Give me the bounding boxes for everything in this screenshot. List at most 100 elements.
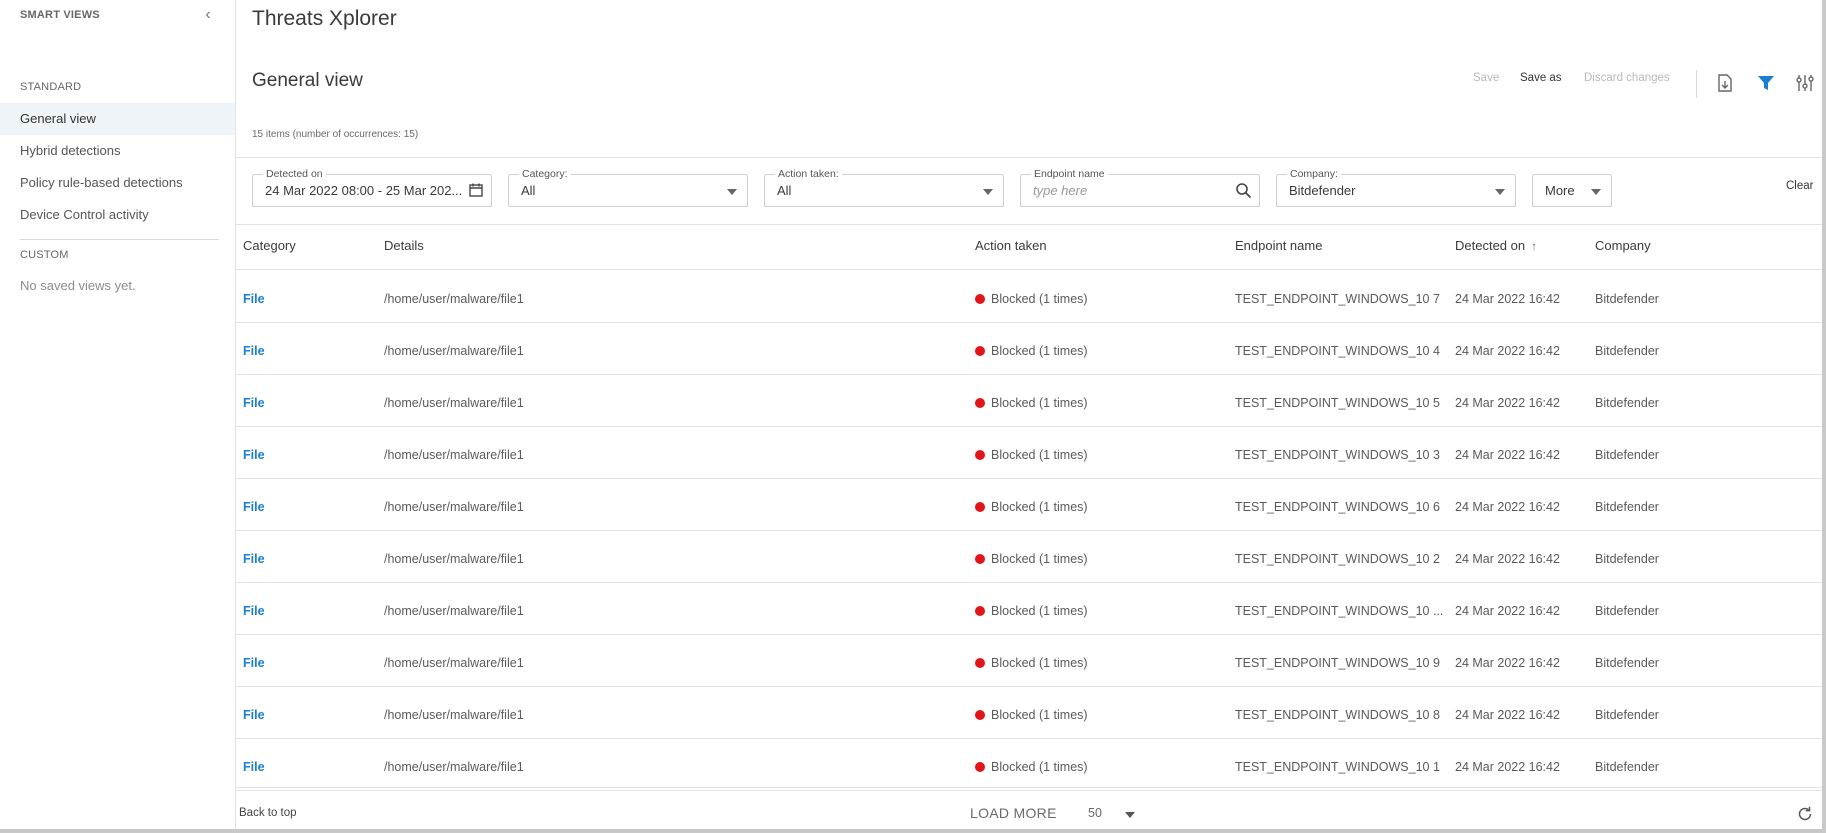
- detected-on-cell: 24 Mar 2022 16:42: [1455, 344, 1560, 358]
- detected-on-filter[interactable]: Detected on 24 Mar 2022 08:00 - 25 Mar 2…: [252, 167, 492, 207]
- vertical-scrollbar[interactable]: [1822, 0, 1826, 833]
- back-to-top-link[interactable]: Back to top: [239, 807, 297, 819]
- company-cell: Bitdefender: [1595, 448, 1659, 462]
- action-taken-text: Blocked (1 times): [991, 448, 1088, 462]
- endpoint-name-input[interactable]: type here: [1033, 183, 1087, 198]
- column-settings-icon[interactable]: [1794, 72, 1816, 94]
- category-filter-value: All: [521, 183, 536, 198]
- endpoint-cell: TEST_ENDPOINT_WINDOWS_10 5: [1235, 396, 1440, 410]
- company-filter[interactable]: Company: Bitdefender: [1276, 167, 1516, 207]
- endpoint-cell: TEST_ENDPOINT_WINDOWS_10 7: [1235, 292, 1440, 306]
- category-link[interactable]: File: [243, 396, 265, 410]
- status-dot-icon: [975, 710, 985, 720]
- category-link[interactable]: File: [243, 552, 265, 566]
- refresh-icon[interactable]: [1796, 805, 1814, 823]
- detected-on-cell: 24 Mar 2022 16:42: [1455, 552, 1560, 566]
- horizontal-scrollbar[interactable]: [0, 829, 1826, 833]
- load-more-button[interactable]: LOAD MORE: [970, 805, 1057, 821]
- action-taken-text: Blocked (1 times): [991, 396, 1088, 410]
- action-taken-filter[interactable]: Action taken: All: [764, 167, 1004, 207]
- endpoint-cell: TEST_ENDPOINT_WINDOWS_10 6: [1235, 500, 1440, 514]
- column-detected-on[interactable]: Detected on ↑: [1455, 238, 1537, 253]
- chevron-down-icon: [983, 189, 993, 195]
- toolbar-divider: [1696, 70, 1697, 98]
- item-count: 15 items (number of occurrences: 15): [252, 129, 419, 140]
- category-link[interactable]: File: [243, 760, 265, 774]
- clear-filters-button[interactable]: Clear: [1786, 180, 1813, 192]
- status-dot-icon: [975, 450, 985, 460]
- column-category[interactable]: Category: [243, 238, 296, 253]
- action-cell: Blocked (1 times): [975, 500, 1088, 514]
- action-taken-text: Blocked (1 times): [991, 552, 1088, 566]
- category-link[interactable]: File: [243, 500, 265, 514]
- sidebar-item-hybrid-detections[interactable]: Hybrid detections: [0, 135, 235, 167]
- category-link[interactable]: File: [243, 604, 265, 618]
- chevron-down-icon: [1495, 189, 1505, 195]
- chevron-down-icon[interactable]: [1125, 812, 1135, 818]
- status-dot-icon: [975, 502, 985, 512]
- column-company[interactable]: Company: [1595, 238, 1651, 253]
- category-link[interactable]: File: [243, 656, 265, 670]
- category-link[interactable]: File: [243, 448, 265, 462]
- export-icon[interactable]: [1714, 72, 1736, 94]
- save-button[interactable]: Save: [1473, 72, 1499, 84]
- details-cell: /home/user/malware/file1: [384, 604, 524, 618]
- company-cell: Bitdefender: [1595, 500, 1659, 514]
- status-dot-icon: [975, 398, 985, 408]
- action-taken-text: Blocked (1 times): [991, 656, 1088, 670]
- status-dot-icon: [975, 346, 985, 356]
- detected-on-label: Detected on: [263, 167, 326, 181]
- action-cell: Blocked (1 times): [975, 292, 1088, 306]
- detected-on-cell: 24 Mar 2022 16:42: [1455, 604, 1560, 618]
- detected-on-cell: 24 Mar 2022 16:42: [1455, 500, 1560, 514]
- detected-on-cell: 24 Mar 2022 16:42: [1455, 292, 1560, 306]
- action-taken-filter-label: Action taken:: [775, 167, 842, 181]
- action-cell: Blocked (1 times): [975, 708, 1088, 722]
- company-cell: Bitdefender: [1595, 552, 1659, 566]
- detected-on-cell: 24 Mar 2022 16:42: [1455, 656, 1560, 670]
- action-cell: Blocked (1 times): [975, 656, 1088, 670]
- company-cell: Bitdefender: [1595, 760, 1659, 774]
- category-filter[interactable]: Category: All: [508, 167, 748, 207]
- sidebar-item-device-control[interactable]: Device Control activity: [0, 199, 235, 231]
- sidebar-item-policy-detections[interactable]: Policy rule-based detections: [0, 167, 235, 199]
- page-size-select[interactable]: 50: [1088, 806, 1102, 820]
- detected-on-cell: 24 Mar 2022 16:42: [1455, 448, 1560, 462]
- category-link[interactable]: File: [243, 344, 265, 358]
- details-cell: /home/user/malware/file1: [384, 344, 524, 358]
- category-link[interactable]: File: [243, 708, 265, 722]
- filter-icon[interactable]: [1755, 72, 1777, 94]
- chevron-left-icon[interactable]: ‹: [200, 5, 216, 25]
- details-cell: /home/user/malware/file1: [384, 292, 524, 306]
- action-taken-text: Blocked (1 times): [991, 708, 1088, 722]
- save-as-button[interactable]: Save as: [1520, 72, 1562, 84]
- status-dot-icon: [975, 658, 985, 668]
- company-cell: Bitdefender: [1595, 604, 1659, 618]
- action-taken-text: Blocked (1 times): [991, 760, 1088, 774]
- sidebar-item-general-view[interactable]: General view: [0, 103, 235, 135]
- status-dot-icon: [975, 294, 985, 304]
- category-link[interactable]: File: [243, 292, 265, 306]
- calendar-icon[interactable]: [468, 182, 484, 203]
- endpoint-name-label: Endpoint name: [1031, 167, 1108, 181]
- discard-changes-button[interactable]: Discard changes: [1584, 72, 1670, 84]
- endpoint-cell: TEST_ENDPOINT_WINDOWS_10 8: [1235, 708, 1440, 722]
- company-cell: Bitdefender: [1595, 344, 1659, 358]
- more-filters-button[interactable]: More: [1532, 174, 1612, 207]
- action-cell: Blocked (1 times): [975, 344, 1088, 358]
- action-taken-text: Blocked (1 times): [991, 500, 1088, 514]
- detected-on-value: 24 Mar 2022 08:00 - 25 Mar 202...: [265, 183, 463, 198]
- column-details[interactable]: Details: [384, 238, 424, 253]
- search-icon[interactable]: [1235, 182, 1252, 204]
- chevron-down-icon: [1591, 189, 1601, 195]
- column-action-taken[interactable]: Action taken: [975, 238, 1047, 253]
- endpoint-cell: TEST_ENDPOINT_WINDOWS_10 1: [1235, 760, 1440, 774]
- action-cell: Blocked (1 times): [975, 760, 1088, 774]
- endpoint-name-filter[interactable]: Endpoint name type here: [1020, 167, 1260, 207]
- view-title: General view: [252, 70, 363, 91]
- action-cell: Blocked (1 times): [975, 448, 1088, 462]
- column-endpoint-name[interactable]: Endpoint name: [1235, 238, 1322, 253]
- action-taken-text: Blocked (1 times): [991, 344, 1088, 358]
- column-detected-on-label: Detected on: [1455, 238, 1526, 253]
- action-taken-text: Blocked (1 times): [991, 604, 1088, 618]
